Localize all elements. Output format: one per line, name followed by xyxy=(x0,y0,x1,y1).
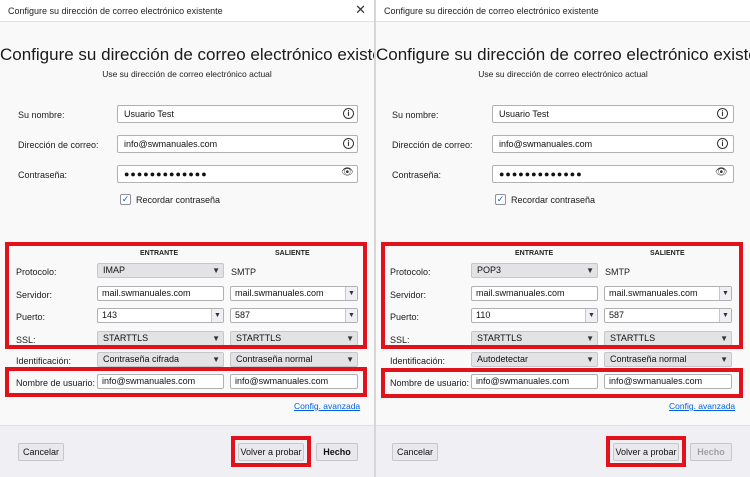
name-label: Su nombre: xyxy=(392,110,439,120)
close-icon[interactable]: ✕ xyxy=(355,3,366,17)
email-input[interactable]: info@swmanuales.com xyxy=(117,135,358,153)
retest-button[interactable]: Volver a probar xyxy=(238,443,304,461)
highlight-username xyxy=(5,367,367,397)
eye-slash-icon[interactable]: 👁 xyxy=(715,167,728,178)
incoming-identification-value: Autodetectar xyxy=(477,354,529,364)
password-input[interactable]: ●●●●●●●●●●●●● xyxy=(492,165,734,183)
password-mask: ●●●●●●●●●●●●● xyxy=(124,169,208,179)
chevron-down-icon: ▼ xyxy=(586,355,594,364)
done-button[interactable]: Hecho xyxy=(690,443,732,461)
remember-checkbox[interactable]: ✓ xyxy=(120,194,131,205)
chevron-down-icon: ▼ xyxy=(346,355,354,364)
chevron-down-icon: ▼ xyxy=(720,355,728,364)
incoming-identification-select[interactable]: Autodetectar ▼ xyxy=(471,352,598,367)
remember-label: Recordar contraseña xyxy=(511,195,596,205)
title-bar: Configure su dirección de correo electró… xyxy=(376,0,750,22)
highlight-server-settings xyxy=(381,242,743,349)
name-input[interactable]: Usuario Test xyxy=(117,105,358,123)
highlight-server-settings xyxy=(5,242,367,349)
screenshot: Configure su dirección de correo electró… xyxy=(0,0,750,477)
password-label: Contraseña: xyxy=(392,170,442,180)
identification-label: Identificación: xyxy=(390,356,446,366)
outgoing-identification-select[interactable]: Contraseña normal ▼ xyxy=(604,352,732,367)
cancel-button[interactable]: Cancelar xyxy=(18,443,64,461)
email-value: info@swmanuales.com xyxy=(124,139,218,149)
name-input[interactable]: Usuario Test xyxy=(492,105,734,123)
identification-label: Identificación: xyxy=(16,356,72,366)
advanced-config-link[interactable]: Config. avanzada xyxy=(294,401,360,411)
name-value: Usuario Test xyxy=(499,109,549,119)
name-value: Usuario Test xyxy=(124,109,174,119)
done-button[interactable]: Hecho xyxy=(316,443,358,461)
email-label: Dirección de correo: xyxy=(392,140,473,150)
incoming-identification-value: Contraseña cifrada xyxy=(103,354,180,364)
email-value: info@swmanuales.com xyxy=(499,139,593,149)
password-input[interactable]: ●●●●●●●●●●●●● xyxy=(117,165,358,183)
info-icon[interactable]: i xyxy=(343,138,354,149)
email-label: Dirección de correo: xyxy=(18,140,99,150)
page-heading: Configure su dirección de correo electró… xyxy=(0,45,374,64)
outgoing-identification-value: Contraseña normal xyxy=(236,354,313,364)
page-subheading: Use su dirección de correo electrónico a… xyxy=(478,69,648,79)
remember-label: Recordar contraseña xyxy=(136,195,221,205)
info-icon[interactable]: i xyxy=(343,108,354,119)
window-title: Configure su dirección de correo electró… xyxy=(384,6,599,16)
title-bar: Configure su dirección de correo electró… xyxy=(0,0,374,22)
email-input[interactable]: info@swmanuales.com xyxy=(492,135,734,153)
window-title: Configure su dirección de correo electró… xyxy=(8,6,223,16)
password-mask: ●●●●●●●●●●●●● xyxy=(499,169,583,179)
info-icon[interactable]: i xyxy=(717,108,728,119)
cancel-button[interactable]: Cancelar xyxy=(392,443,438,461)
incoming-identification-select[interactable]: Contraseña cifrada ▼ xyxy=(97,352,224,367)
page-heading: Configure su dirección de correo electró… xyxy=(376,45,750,64)
name-label: Su nombre: xyxy=(18,110,65,120)
outgoing-identification-value: Contraseña normal xyxy=(610,354,687,364)
dialog-imap: Configure su dirección de correo electró… xyxy=(0,0,374,477)
dialog-pop3: Configure su dirección de correo electró… xyxy=(376,0,750,477)
advanced-config-link[interactable]: Config. avanzada xyxy=(669,401,735,411)
chevron-down-icon: ▼ xyxy=(212,355,220,364)
retest-button[interactable]: Volver a probar xyxy=(613,443,679,461)
password-label: Contraseña: xyxy=(18,170,68,180)
outgoing-identification-select[interactable]: Contraseña normal ▼ xyxy=(230,352,358,367)
page-subheading: Use su dirección de correo electrónico a… xyxy=(102,69,272,79)
highlight-username xyxy=(381,368,743,398)
info-icon[interactable]: i xyxy=(717,138,728,149)
eye-slash-icon[interactable]: 👁 xyxy=(341,167,354,178)
remember-checkbox[interactable]: ✓ xyxy=(495,194,506,205)
